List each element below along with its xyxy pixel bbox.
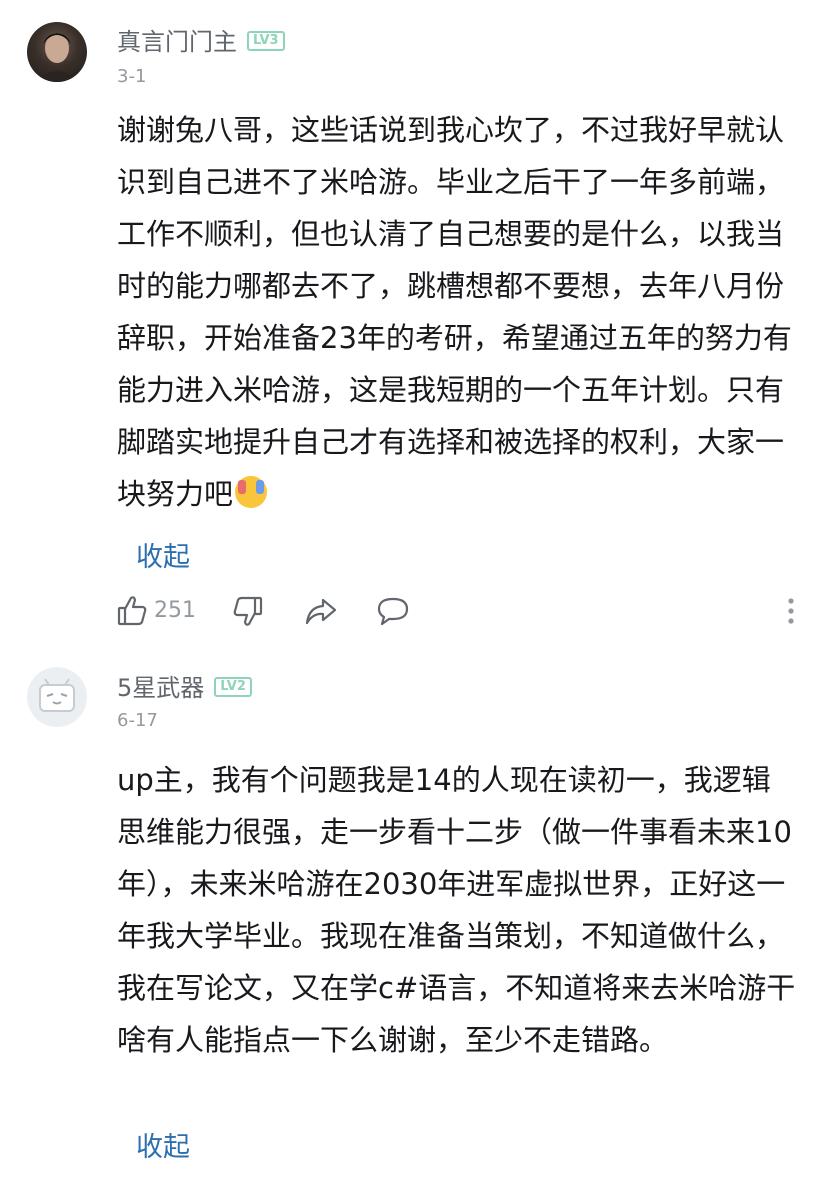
level-badge: LV3 [247, 31, 285, 51]
comment-text: up主，我有个问题我是14的人现在读初一，我逻辑思维能力很强，走一步看十二步（做… [117, 754, 797, 1066]
username[interactable]: 真言门门主 LV3 [117, 22, 285, 57]
collapse-button[interactable]: 收起 [136, 535, 190, 574]
username-text[interactable]: 5星武器 [117, 674, 204, 702]
level-badge: LV2 [214, 677, 252, 697]
comment-date: 3-1 [117, 66, 147, 87]
crying-emoji-icon [235, 476, 268, 508]
comment-text-body: 谢谢兔八哥，这些话说到我心坎了，不过我好早就认识到自己进不了米哈游。毕业之后干了… [117, 113, 792, 511]
avatar[interactable] [27, 667, 87, 727]
comment-text-body: up主，我有个问题我是14的人现在读初一，我逻辑思维能力很强，走一步看十二步（做… [117, 763, 796, 1057]
username-text[interactable]: 真言门门主 [117, 28, 237, 56]
like-count: 251 [154, 598, 196, 623]
more-icon[interactable] [784, 594, 798, 630]
thumbs-down-icon[interactable] [232, 594, 264, 630]
comment-date: 6-17 [117, 710, 158, 731]
collapse-button[interactable]: 收起 [136, 1125, 190, 1164]
username[interactable]: 5星武器 LV2 [117, 668, 252, 703]
reply-icon[interactable] [376, 594, 410, 630]
comment-text: 谢谢兔八哥，这些话说到我心坎了，不过我好早就认识到自己进不了米哈游。毕业之后干了… [117, 104, 797, 520]
share-icon[interactable] [304, 594, 338, 630]
comment-actions: 251 [0, 594, 828, 634]
avatar[interactable] [27, 22, 87, 82]
thumbs-up-icon[interactable] [116, 594, 148, 630]
